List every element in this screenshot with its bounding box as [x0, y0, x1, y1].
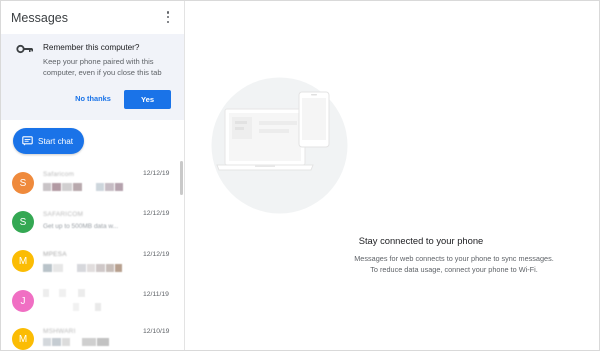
- app-title: Messages: [11, 11, 68, 25]
- conversation-name: Safaricom: [43, 171, 75, 178]
- more-options-icon[interactable]: [162, 10, 174, 24]
- start-chat-button[interactable]: Start chat: [13, 128, 84, 154]
- conversation-preview: [43, 183, 123, 192]
- empty-state-body: Messages for web connects to your phone …: [331, 253, 577, 275]
- conversation-date: 12/11/19: [143, 291, 169, 298]
- conversation-name: MPESA: [43, 251, 67, 258]
- avatar: J: [12, 290, 34, 312]
- remember-computer-banner: Remember this computer? Keep your phone …: [1, 34, 184, 120]
- new-chat-icon: [22, 136, 33, 146]
- conversation-date: 12/10/19: [143, 328, 170, 335]
- conversation-name: MSHWARI: [43, 328, 76, 335]
- conversation-item[interactable]: S Safaricom 12/12/19: [1, 163, 179, 203]
- sidebar-header: Messages: [1, 1, 184, 34]
- conversation-date: 12/12/19: [143, 210, 170, 217]
- conversation-scrollbar[interactable]: [180, 161, 183, 195]
- conversation-name: SAFARICOM: [43, 211, 84, 218]
- empty-state-line-2: To reduce data usage, connect your phone…: [370, 265, 538, 274]
- start-chat-label: Start chat: [38, 136, 74, 146]
- conversation-item[interactable]: M MPESA 12/12/19: [1, 244, 179, 284]
- conversation-item[interactable]: M MSHWARI 12/10/19: [1, 324, 179, 350]
- conversation-preview: [43, 338, 109, 347]
- avatar: S: [12, 211, 34, 233]
- conversation-preview: [43, 289, 85, 298]
- sidebar: Messages Remember this computer? Keep yo…: [1, 1, 185, 350]
- conversation-date: 12/12/19: [143, 170, 170, 177]
- conversation-preview: [43, 264, 122, 273]
- conversation-preview: Get up to 500MB data w...: [43, 223, 118, 232]
- banner-body: Keep your phone paired with this compute…: [43, 57, 162, 77]
- avatar: S: [12, 172, 34, 194]
- avatar: M: [12, 328, 34, 350]
- key-icon: [16, 44, 33, 54]
- conversation-item[interactable]: J 12/11/19: [1, 284, 179, 324]
- avatar: M: [12, 250, 34, 272]
- no-thanks-button[interactable]: No thanks: [71, 94, 115, 106]
- empty-state-line-1: Messages for web connects to your phone …: [354, 254, 554, 263]
- laptop-phone-illustration: [211, 77, 348, 214]
- banner-title: Remember this computer?: [43, 43, 140, 52]
- yes-button[interactable]: Yes: [124, 90, 171, 109]
- conversation-date: 12/12/19: [143, 251, 170, 258]
- empty-state-title: Stay connected to your phone: [358, 235, 484, 246]
- conversation-preview-text: Get up to 500MB data w...: [43, 223, 119, 230]
- conversation-item[interactable]: S SAFARICOM Get up to 500MB data w... 12…: [1, 203, 179, 243]
- conversation-preview-secondary: [73, 303, 101, 312]
